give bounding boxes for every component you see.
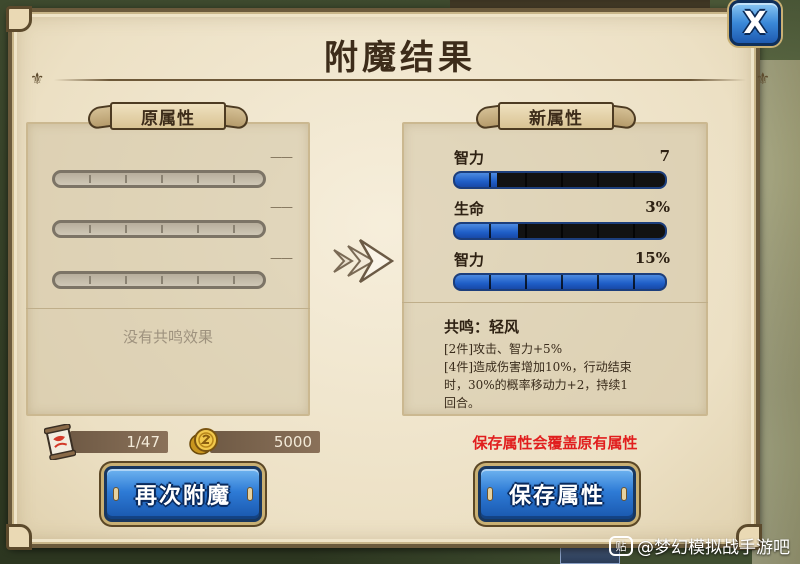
fleur-icon: ⚜ [755, 69, 770, 88]
corner-ornament [6, 524, 32, 550]
button-rivet [247, 487, 253, 501]
close-button[interactable]: X [729, 0, 781, 46]
fleur-icon: ⚜ [30, 69, 45, 88]
gold-coin-icon [189, 428, 218, 455]
new-stat-label: 智力 [454, 149, 485, 167]
new-attributes-ribbon: 新属性 [476, 100, 636, 134]
panel-divider [26, 308, 310, 309]
original-stat-bar-empty [52, 220, 266, 238]
button-rivet [621, 487, 627, 501]
save-attributes-button[interactable]: 保存属性 [478, 466, 636, 522]
new-stat-value: 3% [645, 198, 670, 216]
new-stat-label: 生命 [454, 200, 485, 218]
no-resonance-text: 没有共鸣效果 [122, 328, 213, 346]
new-attributes-header: 新属性 [498, 102, 614, 130]
watermark: 贴 @梦幻模拟战手游吧 [609, 533, 790, 558]
stat-bar-segments [455, 275, 665, 289]
new-stat-bar [453, 273, 667, 291]
new-stat-value: 15% [634, 249, 670, 267]
original-stat-bar-empty [52, 271, 266, 289]
new-stat-label: 智力 [454, 251, 485, 269]
reenchant-button-label: 再次附魔 [134, 483, 231, 509]
original-attributes-ribbon: 原属性 [88, 100, 248, 134]
panel-divider [402, 302, 708, 303]
original-attributes-panel [26, 122, 310, 416]
divider-line [54, 79, 746, 81]
arrow-right-icon [333, 238, 394, 284]
stat-bar-segments [455, 173, 665, 187]
original-stat-value: —— [270, 251, 293, 265]
original-stat-value: —— [270, 150, 293, 164]
close-icon: X [743, 5, 767, 41]
watermark-text: @梦幻模拟战手游吧 [637, 538, 790, 558]
original-attributes-header: 原属性 [110, 102, 226, 130]
resonance-line: [2件]攻击、智力+5% [444, 342, 563, 356]
tieba-logo-icon: 贴 [609, 535, 633, 556]
title-divider: ⚜ ⚜ [30, 69, 770, 88]
corner-ornament [6, 6, 32, 32]
resonance-line: [4件]造成伤害增加10%，行动结束 [444, 360, 632, 374]
dialog-title: 附魔结果 [324, 38, 476, 78]
reenchant-button[interactable]: 再次附魔 [104, 466, 262, 522]
resonance-title: 共鸣：轻风 [444, 318, 520, 336]
stat-bar-segments [455, 224, 665, 238]
new-stat-value: 7 [659, 147, 670, 165]
enchant-scroll-icon [44, 424, 76, 460]
enchant-scroll-counter: 1/47 [70, 431, 168, 453]
new-stat-bar [453, 171, 667, 189]
new-stat-bar [453, 222, 667, 240]
save-attributes-button-label: 保存属性 [508, 483, 605, 509]
button-rivet [487, 487, 493, 501]
overwrite-warning: 保存属性会覆盖原有属性 [472, 434, 638, 452]
original-stat-value: —— [270, 200, 293, 214]
gold-counter: 5000 [210, 431, 320, 453]
resonance-line: 时，30%的概率移动力+2，持续1 [444, 378, 628, 392]
resonance-line: 回合。 [444, 396, 481, 410]
original-stat-bar-empty [52, 170, 266, 188]
button-rivet [113, 487, 119, 501]
